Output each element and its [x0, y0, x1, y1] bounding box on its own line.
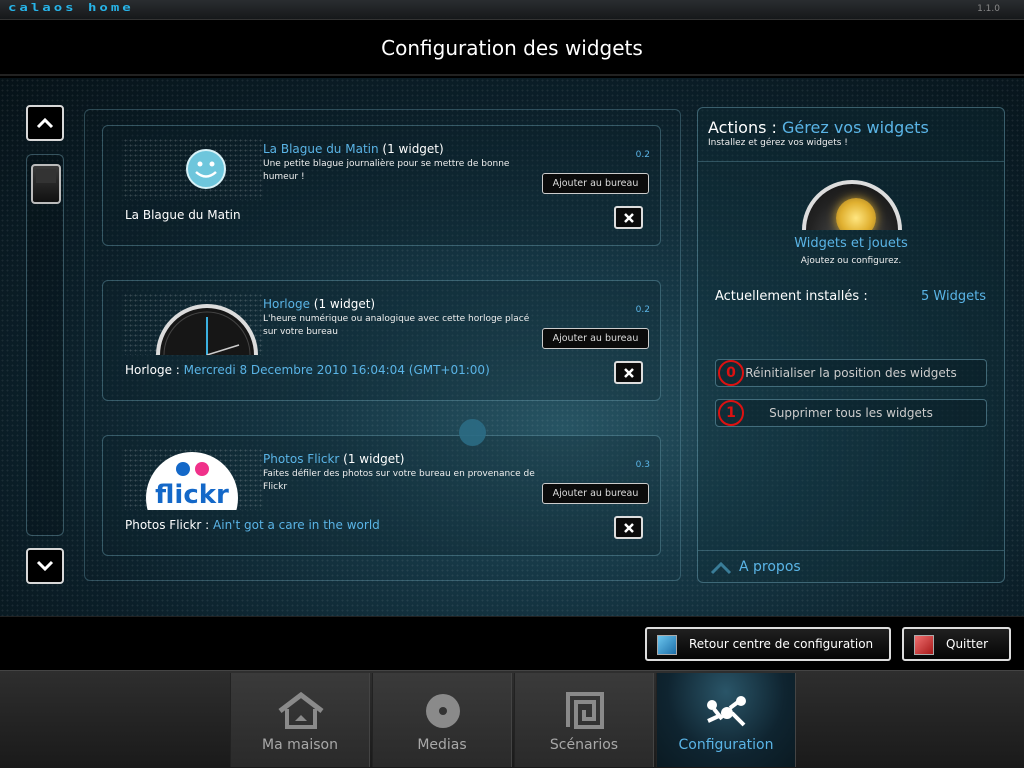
title-bar: Configuration des widgets	[0, 20, 1024, 76]
clock-icon	[156, 304, 258, 355]
tab-configuration[interactable]: Configuration	[656, 673, 796, 767]
widget-version: 0.2	[635, 305, 650, 315]
delete-widget-button[interactable]	[614, 206, 643, 229]
disc-icon	[426, 694, 460, 728]
widget-version: 0.3	[635, 460, 650, 470]
widget-description: Faites défiler des photos sur votre bure…	[263, 469, 535, 492]
close-icon	[623, 367, 634, 378]
widget-instance-label: Photos Flickr : Ain't got a care in the …	[125, 518, 380, 532]
reset-widget-positions-button[interactable]: 0 Réinitialiser la position des widgets	[715, 359, 987, 387]
about-section[interactable]: A propos	[698, 550, 1004, 582]
exit-icon	[914, 635, 934, 655]
actions-title: Actions : Gérez vos widgets	[708, 118, 929, 137]
smiley-icon	[186, 149, 226, 189]
widget-description: L'heure numérique ou analogique avec cet…	[263, 314, 530, 337]
installed-count: 5 Widgets	[921, 289, 986, 304]
version-label: 1.1.0	[977, 4, 1000, 14]
widget-list-panel: La Blague du Matin (1 widget) Une petite…	[84, 109, 681, 581]
actions-subtitle: Installez et gérez vos widgets !	[708, 138, 848, 148]
scroll-up-button[interactable]	[26, 105, 64, 141]
page-title: Configuration des widgets	[381, 36, 643, 60]
widget-name-link[interactable]: Horloge	[263, 297, 310, 311]
actions-header: Actions : Gérez vos widgets Installez et…	[698, 108, 1004, 162]
tab-scenarios[interactable]: Scénarios	[514, 673, 654, 767]
delete-widget-button[interactable]	[614, 516, 643, 539]
widget-name: La Blague du Matin (1 widget)	[263, 142, 444, 156]
flickr-logo: flickr	[146, 452, 238, 510]
installed-label: Actuellement installés :	[715, 289, 868, 304]
widget-thumbnail	[123, 293, 263, 355]
scenario-icon	[566, 692, 604, 729]
add-to-desktop-button[interactable]: Ajouter au bureau	[542, 173, 649, 194]
widget-card-horloge: Horloge (1 widget) L'heure numérique ou …	[102, 280, 661, 401]
add-to-desktop-button[interactable]: Ajouter au bureau	[542, 328, 649, 349]
drag-indicator-icon	[459, 419, 486, 446]
chevron-down-icon	[36, 560, 54, 572]
config-icon	[707, 696, 746, 727]
widget-name-link[interactable]: Photos Flickr	[263, 452, 339, 466]
widget-version: 0.2	[635, 150, 650, 160]
widget-card-blague: La Blague du Matin (1 widget) Une petite…	[102, 125, 661, 246]
scroll-down-button[interactable]	[26, 548, 64, 584]
close-icon	[623, 522, 634, 533]
widget-name-link[interactable]: La Blague du Matin	[263, 142, 379, 156]
widget-name: Photos Flickr (1 widget)	[263, 452, 405, 466]
tab-medias[interactable]: Medias	[372, 673, 512, 767]
weather-icon[interactable]	[802, 180, 902, 230]
quit-button[interactable]: Quitter	[902, 627, 1011, 661]
actions-panel: Actions : Gérez vos widgets Installez et…	[697, 107, 1005, 583]
close-icon	[623, 212, 634, 223]
bottom-navigation: Ma maison Medias Scénarios Configuration	[0, 670, 1024, 768]
add-to-desktop-button[interactable]: Ajouter au bureau	[542, 483, 649, 504]
widget-thumbnail	[123, 138, 263, 200]
back-to-config-button[interactable]: Retour centre de configuration	[645, 627, 891, 661]
widget-name: Horloge (1 widget)	[263, 297, 376, 311]
widget-instance-label: La Blague du Matin	[125, 208, 241, 222]
tab-ma-maison[interactable]: Ma maison	[230, 673, 370, 767]
house-icon	[278, 691, 324, 729]
top-strip: calaos home 1.1.0	[0, 0, 1024, 20]
number-badge: 0	[718, 360, 744, 386]
about-link[interactable]: A propos	[739, 559, 801, 575]
chevron-up-icon	[36, 117, 54, 129]
button-bar: Retour centre de configuration Quitter	[0, 616, 1024, 670]
scrollbar-thumb[interactable]	[31, 164, 61, 204]
delete-all-widgets-button[interactable]: 1 Supprimer tous les widgets	[715, 399, 987, 427]
arrow-back-icon	[657, 635, 677, 655]
widgets-and-toys-link[interactable]: Widgets et jouets	[698, 236, 1004, 251]
widget-instance-label: Horloge : Mercredi 8 Decembre 2010 16:04…	[125, 363, 490, 377]
main-area: La Blague du Matin (1 widget) Une petite…	[0, 78, 1024, 616]
app-logo: calaos home	[8, 2, 134, 14]
widget-description: Une petite blague journalière pour se me…	[263, 159, 510, 182]
chevron-up-icon	[710, 561, 732, 575]
widgets-and-toys-subtitle: Ajoutez ou configurez.	[800, 256, 902, 266]
widget-card-flickr: flickr Photos Flickr (1 widget) Faites d…	[102, 435, 661, 556]
svg-text:flickr: flickr	[155, 480, 229, 510]
delete-widget-button[interactable]	[614, 361, 643, 384]
number-badge: 1	[718, 400, 744, 426]
widget-thumbnail: flickr	[123, 448, 263, 510]
scrollbar-track[interactable]	[26, 154, 64, 536]
